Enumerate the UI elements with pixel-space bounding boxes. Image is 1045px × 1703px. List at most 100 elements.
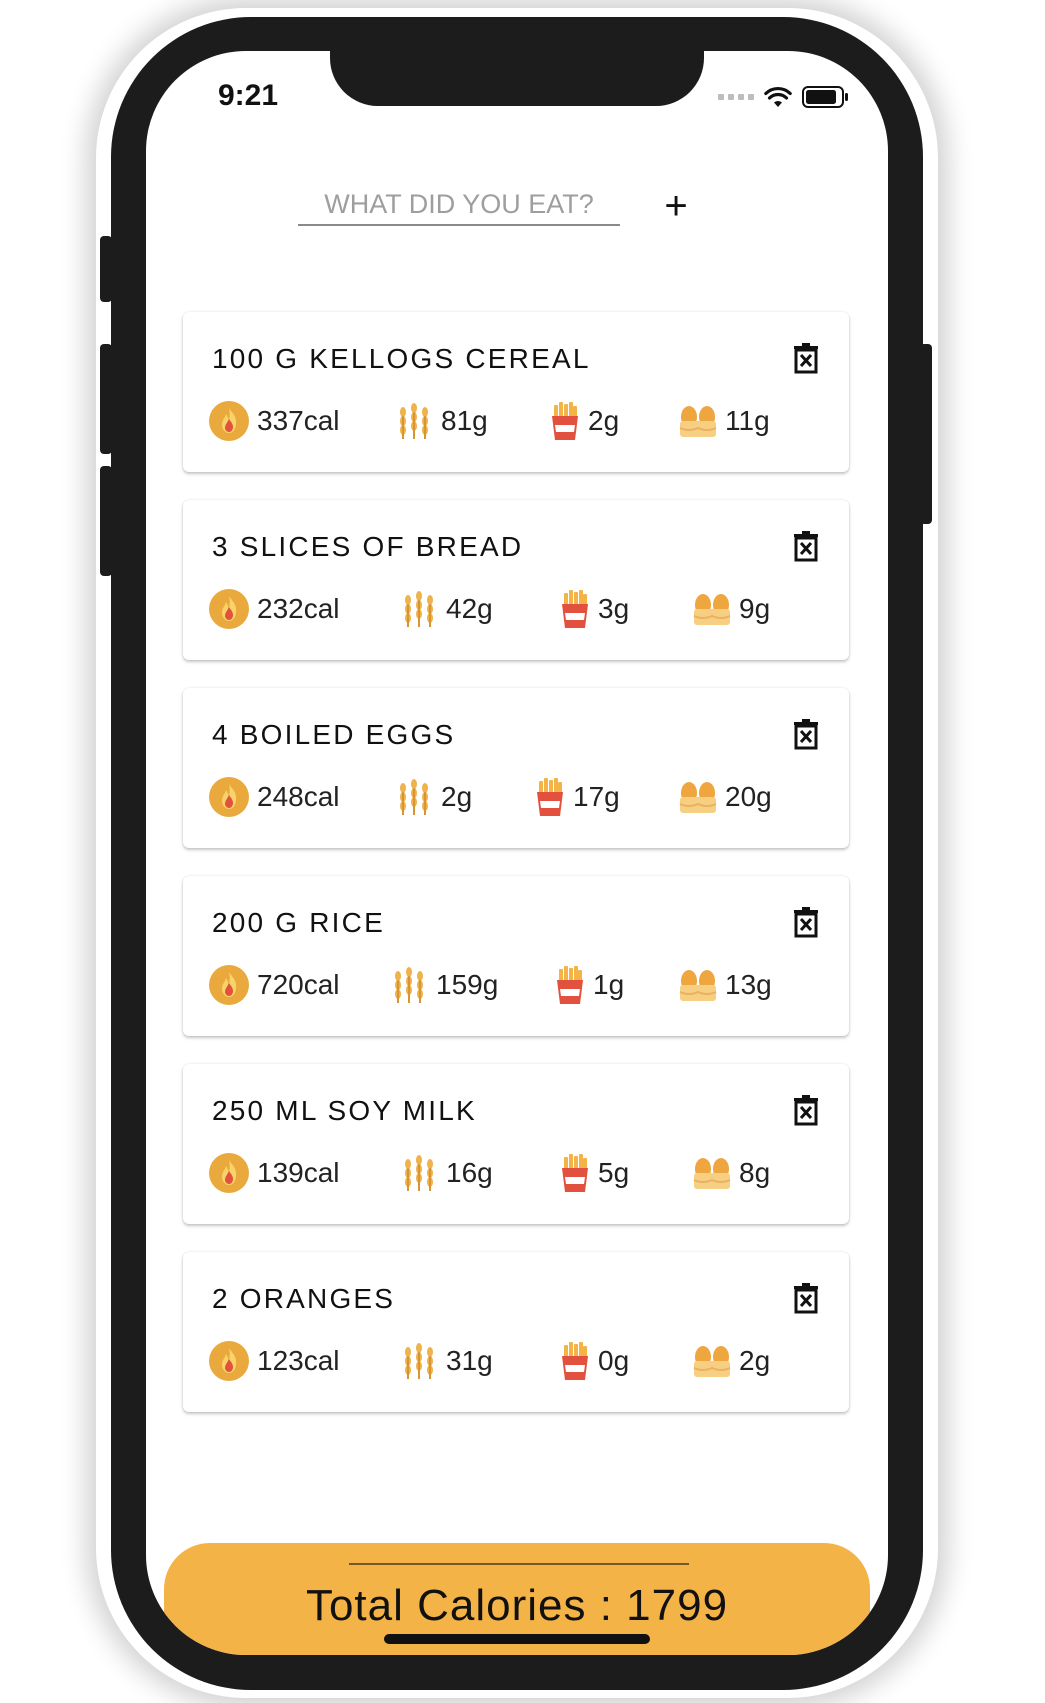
trash-icon[interactable] [791, 718, 821, 750]
protein-value: 2g [739, 1345, 771, 1376]
wheat-icon [400, 779, 428, 815]
fat-stat: 3g [560, 587, 629, 631]
divider [349, 1563, 689, 1565]
calories-value: 337cal [257, 405, 340, 436]
home-indicator [384, 1634, 650, 1644]
status-time: 9:21 [218, 79, 279, 112]
mute-switch [100, 236, 112, 302]
fat-stat: 1g [555, 963, 624, 1007]
wheat-icon [405, 1343, 433, 1379]
calories-value: 232cal [257, 593, 340, 624]
eggs-icon [679, 970, 717, 1001]
calories-value: 123cal [257, 1345, 340, 1376]
flame-icon [209, 589, 249, 629]
fries-icon [552, 402, 578, 440]
food-name: 200 G RICE [212, 907, 385, 938]
carbs-value: 16g [446, 1157, 493, 1188]
calories-value: 248cal [257, 781, 340, 812]
total-calories-text: Total Calories : 1799 [305, 1581, 729, 1630]
carbs-stat: 2g [395, 775, 472, 819]
eggs-icon [679, 406, 717, 437]
eggs-icon [679, 782, 717, 813]
protein-value: 11g [725, 405, 770, 436]
eggs-icon [693, 1346, 731, 1377]
flame-icon [209, 401, 249, 441]
fat-value: 5g [598, 1157, 630, 1188]
trash-icon[interactable] [791, 1282, 821, 1314]
cellular-signal-icon [718, 94, 754, 100]
fat-stat: 5g [560, 1151, 629, 1195]
trash-icon[interactable] [791, 906, 821, 938]
fries-icon [562, 590, 588, 628]
carbs-stat: 81g [395, 399, 488, 443]
carbs-value: 2g [441, 781, 473, 812]
fat-value: 0g [598, 1345, 630, 1376]
calories-stat: 232cal [209, 587, 340, 631]
fat-value: 1g [593, 969, 625, 1000]
eggs-icon [693, 594, 731, 625]
food-card: 4 BOILED EGGS 248cal 2g 17g 20g [183, 688, 849, 848]
calories-value: 139cal [257, 1157, 340, 1188]
protein-value: 9g [739, 593, 771, 624]
flame-icon [209, 965, 249, 1005]
notch [330, 51, 704, 106]
fat-value: 3g [598, 593, 630, 624]
protein-stat: 13g [679, 963, 772, 1007]
calories-stat: 248cal [209, 775, 340, 819]
protein-stat: 11g [679, 399, 770, 443]
food-name: 250 ML SOY MILK [212, 1095, 477, 1126]
wheat-icon [405, 591, 433, 627]
food-card: 250 ML SOY MILK 139cal 16g 5g 8g [183, 1064, 849, 1224]
food-name: 2 ORANGES [212, 1283, 396, 1314]
food-name: 4 BOILED EGGS [212, 719, 456, 750]
carbs-stat: 159g [390, 963, 498, 1007]
calories-value: 720cal [257, 969, 340, 1000]
fat-stat: 0g [560, 1339, 629, 1383]
carbs-value: 81g [441, 405, 488, 436]
power-button [920, 344, 932, 524]
volume-down-button [100, 466, 112, 576]
protein-value: 20g [725, 781, 772, 812]
flame-icon [209, 1153, 249, 1193]
wifi-icon [764, 86, 792, 107]
wheat-icon [400, 403, 428, 439]
protein-stat: 2g [693, 1339, 770, 1383]
fat-stat: 17g [535, 775, 620, 819]
fries-icon [562, 1342, 588, 1380]
fries-icon [557, 966, 583, 1004]
food-input[interactable] [298, 184, 620, 226]
wheat-icon [405, 1155, 433, 1191]
calories-stat: 123cal [209, 1339, 340, 1383]
fat-value: 2g [588, 405, 620, 436]
carbs-value: 42g [446, 593, 493, 624]
app-screen: 9:21 + 100 G KELLOGS CEREAL [146, 51, 888, 1655]
volume-up-button [100, 344, 112, 454]
calories-stat: 720cal [209, 963, 340, 1007]
add-food-button[interactable]: + [657, 186, 695, 226]
protein-stat: 8g [693, 1151, 770, 1195]
wheat-icon [395, 967, 423, 1003]
protein-stat: 20g [679, 775, 772, 819]
trash-icon[interactable] [791, 530, 821, 562]
protein-stat: 9g [693, 587, 770, 631]
protein-value: 8g [739, 1157, 771, 1188]
food-card: 100 G KELLOGS CEREAL 337cal 81g 2g 11g [183, 312, 849, 472]
carbs-stat: 31g [400, 1339, 493, 1383]
fries-icon [537, 778, 563, 816]
trash-icon[interactable] [791, 1094, 821, 1126]
status-icons [718, 79, 850, 115]
calories-stat: 139cal [209, 1151, 340, 1195]
food-card: 3 SLICES OF BREAD 232cal 42g 3g 9g [183, 500, 849, 660]
food-name: 100 G KELLOGS CEREAL [212, 343, 591, 374]
fries-icon [562, 1154, 588, 1192]
food-name: 3 SLICES OF BREAD [212, 531, 524, 562]
fat-value: 17g [573, 781, 620, 812]
calories-stat: 337cal [209, 399, 340, 443]
food-card: 2 ORANGES 123cal 31g 0g 2g [183, 1252, 849, 1412]
trash-icon[interactable] [791, 342, 821, 374]
flame-icon [209, 1341, 249, 1381]
flame-icon [209, 777, 249, 817]
carbs-stat: 16g [400, 1151, 493, 1195]
fat-stat: 2g [550, 399, 619, 443]
carbs-value: 31g [446, 1345, 493, 1376]
